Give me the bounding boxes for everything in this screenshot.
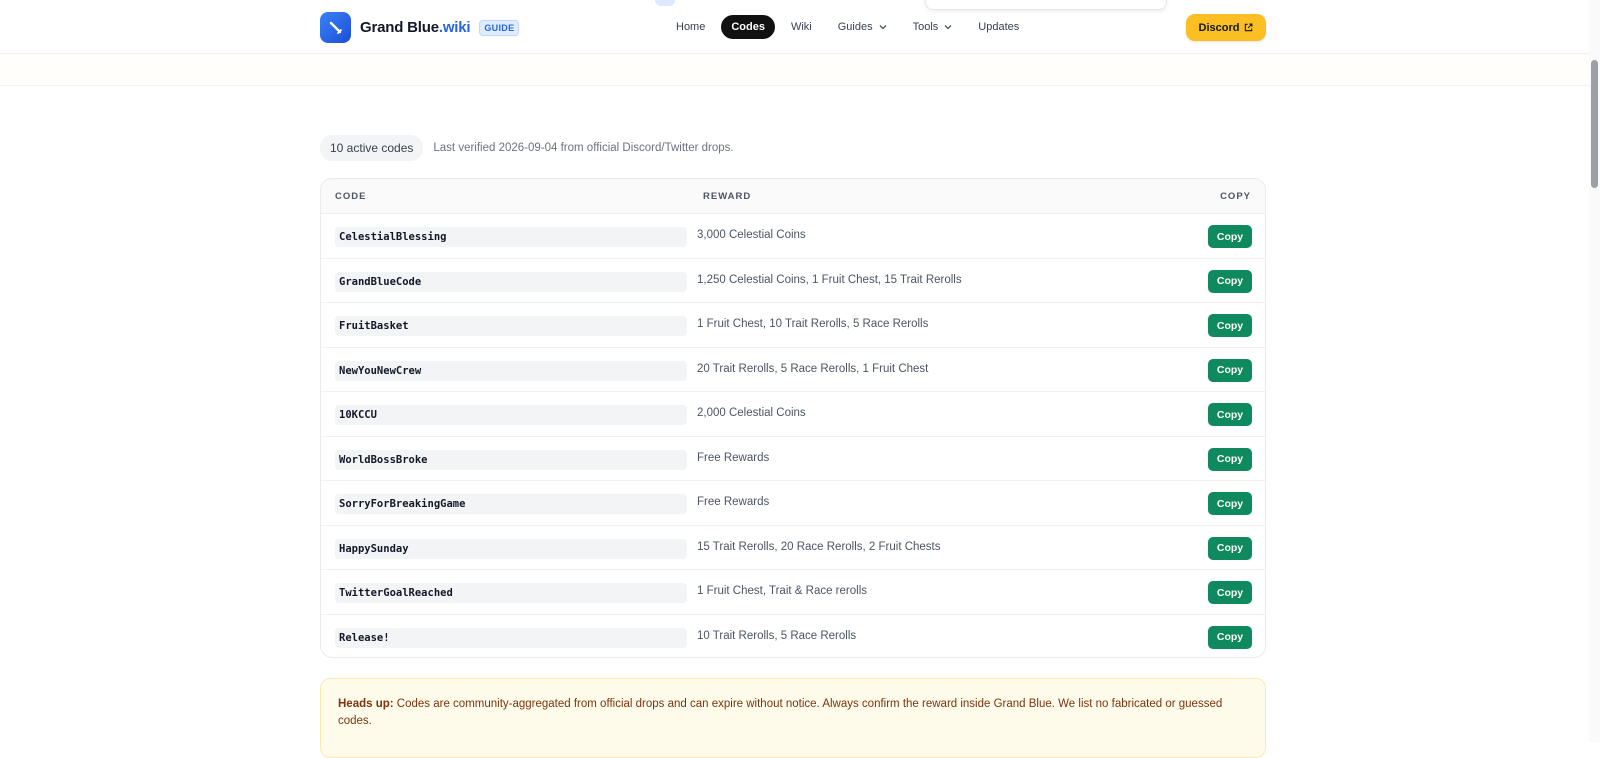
code-value[interactable]: SorryForBreakingGame [335, 494, 687, 514]
codes-table: CODE REWARD COPY CelestialBlessing 3,000… [320, 178, 1266, 658]
header-decoration [655, 0, 675, 6]
column-header-code: CODE [335, 191, 367, 202]
sub-banner [0, 54, 1600, 86]
table-row: TwitterGoalReached 1 Fruit Chest, Trait … [321, 570, 1265, 615]
brand-link[interactable]: Grand Blue.wiki GUIDE [320, 12, 520, 43]
copy-button[interactable]: Copy [1208, 314, 1252, 337]
code-value[interactable]: GrandBlueCode [335, 271, 687, 292]
notice-text: Codes are community-aggregated from offi… [338, 698, 1223, 727]
copy-button[interactable]: Copy [1208, 536, 1252, 560]
discord-button[interactable]: Discord [1186, 14, 1266, 41]
reward-value: Free Rewards [697, 496, 770, 508]
table-row: WorldBossBroke Free Rewards Copy [321, 437, 1265, 481]
nav-guides[interactable]: Guides [828, 15, 897, 39]
table-header: CODE REWARD COPY [321, 179, 1265, 214]
copy-button[interactable]: Copy [1208, 269, 1252, 293]
reward-value: 2,000 Celestial Coins [697, 407, 806, 419]
brand-name: Grand Blue.wiki [360, 19, 471, 36]
reward-value: 1,250 Celestial Coins, 1 Fruit Chest, 15… [697, 273, 962, 286]
reward-value: 15 Trait Rerolls, 20 Race Rerolls, 2 Fru… [697, 540, 941, 553]
copy-button[interactable]: Copy [1208, 492, 1252, 515]
copy-button[interactable]: Copy [1208, 358, 1252, 382]
code-value[interactable]: CelestialBlessing [335, 227, 687, 247]
external-link-icon [1245, 23, 1253, 32]
site-header: Grand Blue.wiki GUIDE Home Codes Wiki Gu… [0, 0, 1600, 54]
guide-badge: GUIDE [479, 19, 520, 36]
code-value[interactable]: WorldBossBroke [335, 449, 687, 470]
table-row: FruitBasket 1 Fruit Chest, 10 Trait Rero… [321, 303, 1265, 348]
code-value[interactable]: 10KCCU [335, 405, 687, 425]
table-row: SorryForBreakingGame Free Rewards Copy [321, 481, 1265, 526]
code-value[interactable]: TwitterGoalReached [335, 583, 687, 603]
reward-value: 1 Fruit Chest, Trait & Race rerolls [697, 585, 867, 597]
table-row: Release! 10 Trait Rerolls, 5 Race Reroll… [321, 615, 1265, 658]
code-value[interactable]: HappySunday [335, 538, 687, 559]
copy-button[interactable]: Copy [1208, 225, 1252, 248]
notice-label: Heads up: [338, 698, 394, 710]
nav-tools[interactable]: Tools [903, 15, 963, 39]
scrollbar-thumb[interactable] [1591, 60, 1598, 188]
copy-button[interactable]: Copy [1208, 625, 1252, 649]
heads-up-notice: Heads up: Codes are community-aggregated… [320, 678, 1266, 758]
main-nav: Home Codes Wiki Guides Tools Updates [666, 15, 1029, 39]
code-value[interactable]: NewYouNewCrew [335, 360, 687, 381]
table-row: HappySunday 15 Trait Rerolls, 20 Race Re… [321, 526, 1265, 570]
verified-text: Last verified 2026-09-04 from official D… [433, 142, 734, 154]
nav-updates[interactable]: Updates [968, 15, 1029, 39]
sword-icon [320, 12, 351, 43]
nav-codes[interactable]: Codes [721, 15, 775, 39]
copy-button[interactable]: Copy [1208, 581, 1252, 604]
codes-summary: 10 active codes Last verified 2026-09-04… [320, 135, 734, 161]
table-row: NewYouNewCrew 20 Trait Rerolls, 5 Race R… [321, 348, 1265, 392]
table-row: GrandBlueCode 1,250 Celestial Coins, 1 F… [321, 259, 1265, 303]
reward-value: 3,000 Celestial Coins [697, 229, 806, 241]
table-row: 10KCCU 2,000 Celestial Coins Copy [321, 392, 1265, 437]
reward-value: 20 Trait Rerolls, 5 Race Rerolls, 1 Frui… [697, 362, 929, 375]
copy-button[interactable]: Copy [1208, 447, 1252, 471]
column-header-reward: REWARD [703, 191, 752, 202]
reward-value: Free Rewards [697, 451, 770, 464]
reward-value: 10 Trait Rerolls, 5 Race Rerolls [697, 629, 857, 642]
nav-home[interactable]: Home [666, 15, 715, 39]
popup-edge [925, 0, 1167, 10]
code-value[interactable]: Release! [335, 627, 687, 648]
code-value[interactable]: FruitBasket [335, 316, 687, 336]
active-count-badge: 10 active codes [320, 135, 424, 161]
reward-value: 1 Fruit Chest, 10 Trait Rerolls, 5 Race … [697, 318, 929, 330]
table-row: CelestialBlessing 3,000 Celestial Coins … [321, 214, 1265, 259]
nav-wiki[interactable]: Wiki [781, 15, 822, 39]
column-header-copy: COPY [1220, 191, 1251, 202]
chevron-down-icon [944, 25, 952, 30]
copy-button[interactable]: Copy [1208, 403, 1252, 426]
chevron-down-icon [879, 25, 887, 30]
